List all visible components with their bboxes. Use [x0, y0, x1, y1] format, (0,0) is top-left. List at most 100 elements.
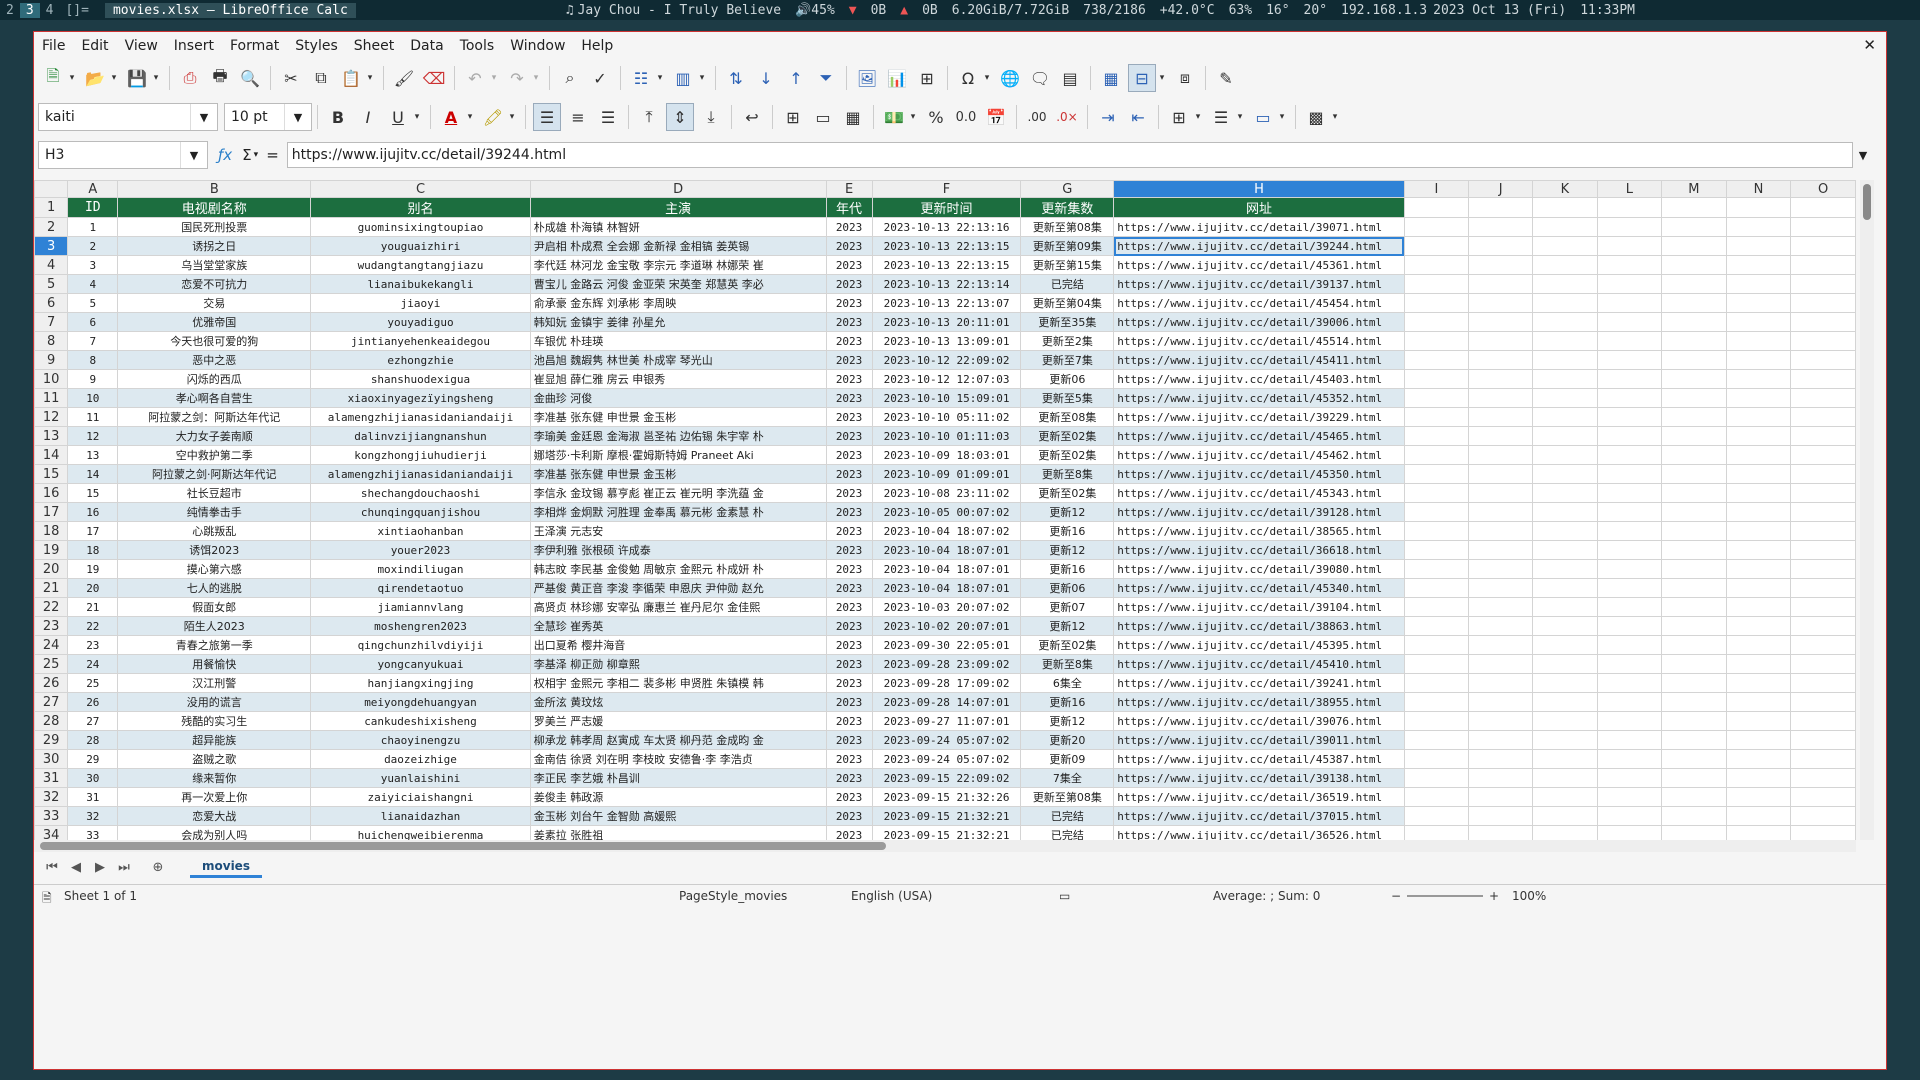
- workspace-4[interactable]: 4: [40, 3, 60, 18]
- column-header-a[interactable]: A: [67, 180, 119, 198]
- empty-cell[interactable]: [1790, 331, 1856, 351]
- menu-help[interactable]: Help: [573, 38, 621, 54]
- cell[interactable]: 2023: [825, 730, 873, 750]
- empty-cell[interactable]: [1790, 768, 1856, 788]
- cell[interactable]: 更新至5集: [1020, 388, 1115, 408]
- cell[interactable]: 更新20: [1020, 730, 1115, 750]
- cell[interactable]: 假面女郎: [117, 597, 312, 617]
- cell[interactable]: 李基泽 柳正勋 柳章熙: [529, 654, 827, 674]
- empty-cell[interactable]: [1790, 521, 1856, 541]
- font-size-box[interactable]: 10 pt ▼: [224, 103, 312, 131]
- cell[interactable]: moshengren2023: [310, 616, 531, 636]
- empty-cell[interactable]: [1790, 483, 1856, 503]
- header-cell[interactable]: 电视剧名称: [117, 197, 312, 218]
- cell[interactable]: https://www.ijujitv.cc/detail/39104.html: [1113, 597, 1405, 617]
- special-character-dropdown-icon[interactable]: ▾: [981, 65, 993, 91]
- empty-cell[interactable]: [1725, 388, 1792, 408]
- empty-cell[interactable]: [1403, 711, 1470, 731]
- empty-cell[interactable]: [1661, 388, 1727, 408]
- empty-cell[interactable]: [1532, 293, 1598, 313]
- empty-cell[interactable]: [1403, 483, 1470, 503]
- empty-cell[interactable]: [1403, 825, 1470, 840]
- cell[interactable]: 2023-09-28 17:09:02: [871, 673, 1022, 693]
- empty-cell[interactable]: [1725, 331, 1792, 351]
- cell[interactable]: jiamiannvlang: [310, 597, 531, 617]
- row-header[interactable]: 33: [34, 806, 69, 826]
- empty-cell[interactable]: [1532, 711, 1598, 731]
- cell[interactable]: 2023: [825, 768, 873, 788]
- font-name-dropdown-icon[interactable]: ▼: [190, 104, 217, 130]
- cell[interactable]: 已完结: [1020, 806, 1115, 826]
- empty-cell[interactable]: [1532, 730, 1598, 750]
- undo-dropdown-icon[interactable]: ▾: [488, 65, 500, 91]
- merge-cells-icon[interactable]: ▭: [810, 104, 836, 130]
- cell[interactable]: 2023-10-05 00:07:02: [871, 502, 1022, 522]
- empty-cell[interactable]: [1790, 787, 1856, 807]
- hyperlink-icon[interactable]: 🌐: [997, 65, 1023, 91]
- empty-cell[interactable]: [1790, 407, 1856, 427]
- cell[interactable]: 更新12: [1020, 540, 1115, 560]
- empty-cell[interactable]: [1661, 749, 1727, 769]
- empty-cell[interactable]: [1403, 274, 1470, 294]
- horizontal-scrollbar[interactable]: [34, 840, 1856, 852]
- empty-cell[interactable]: [1725, 559, 1792, 579]
- cell[interactable]: 2023: [825, 787, 873, 807]
- cell[interactable]: 29: [67, 749, 119, 769]
- empty-cell[interactable]: [1596, 692, 1663, 712]
- empty-cell[interactable]: [1403, 502, 1470, 522]
- paste-dropdown-icon[interactable]: ▾: [364, 65, 376, 91]
- cell[interactable]: 16: [67, 502, 119, 522]
- empty-cell[interactable]: [1661, 350, 1727, 370]
- empty-cell[interactable]: [1596, 483, 1663, 503]
- cell[interactable]: https://www.ijujitv.cc/detail/45514.html: [1113, 331, 1405, 351]
- cell[interactable]: chaoyinengzu: [310, 730, 531, 750]
- empty-cell[interactable]: [1790, 312, 1856, 332]
- empty-cell[interactable]: [1468, 197, 1534, 218]
- empty-cell[interactable]: [1532, 312, 1598, 332]
- empty-cell[interactable]: [1532, 521, 1598, 541]
- cell[interactable]: https://www.ijujitv.cc/detail/45411.html: [1113, 350, 1405, 370]
- row-header[interactable]: 28: [34, 711, 69, 731]
- row-header[interactable]: 18: [34, 521, 69, 541]
- cell[interactable]: 2023-10-03 20:07:02: [871, 597, 1022, 617]
- header-footer-icon[interactable]: ▤: [1057, 65, 1083, 91]
- empty-cell[interactable]: [1596, 350, 1663, 370]
- empty-cell[interactable]: [1790, 730, 1856, 750]
- select-all-corner[interactable]: [34, 180, 69, 198]
- vertical-scroll-thumb[interactable]: [1863, 184, 1871, 220]
- cell[interactable]: shanshuodexigua: [310, 369, 531, 389]
- row-header[interactable]: 25: [34, 654, 69, 674]
- layout-indicator[interactable]: []=: [59, 3, 94, 18]
- empty-cell[interactable]: [1725, 217, 1792, 237]
- cell[interactable]: 2023: [825, 293, 873, 313]
- empty-cell[interactable]: [1790, 711, 1856, 731]
- empty-cell[interactable]: [1532, 217, 1598, 237]
- row-header[interactable]: 34: [34, 825, 69, 840]
- underline-icon[interactable]: U: [385, 104, 411, 130]
- cell[interactable]: 2023: [825, 825, 873, 840]
- cell[interactable]: https://www.ijujitv.cc/detail/38955.html: [1113, 692, 1405, 712]
- cell[interactable]: https://www.ijujitv.cc/detail/39241.html: [1113, 673, 1405, 693]
- cell[interactable]: 罗美兰 严志媛: [529, 711, 827, 731]
- cell[interactable]: 2023: [825, 635, 873, 655]
- row-header[interactable]: 30: [34, 749, 69, 769]
- cell[interactable]: 6集全: [1020, 673, 1115, 693]
- row-header[interactable]: 20: [34, 559, 69, 579]
- empty-cell[interactable]: [1403, 236, 1470, 256]
- percent-format-icon[interactable]: %: [923, 104, 949, 130]
- empty-cell[interactable]: [1790, 806, 1856, 826]
- empty-cell[interactable]: [1596, 749, 1663, 769]
- empty-cell[interactable]: [1661, 445, 1727, 465]
- header-cell[interactable]: 更新集数: [1020, 197, 1115, 218]
- sort-descending-icon[interactable]: ↑: [783, 65, 809, 91]
- decrease-indent-icon[interactable]: ⇤: [1125, 104, 1151, 130]
- column-header-n[interactable]: N: [1725, 180, 1792, 198]
- empty-cell[interactable]: [1468, 464, 1534, 484]
- empty-cell[interactable]: [1468, 616, 1534, 636]
- empty-cell[interactable]: [1532, 692, 1598, 712]
- empty-cell[interactable]: [1596, 407, 1663, 427]
- cell[interactable]: hanjiangxingjing: [310, 673, 531, 693]
- last-sheet-icon[interactable]: ⏭: [112, 860, 136, 875]
- cell[interactable]: 2023: [825, 521, 873, 541]
- cell[interactable]: 2023-10-04 18:07:01: [871, 540, 1022, 560]
